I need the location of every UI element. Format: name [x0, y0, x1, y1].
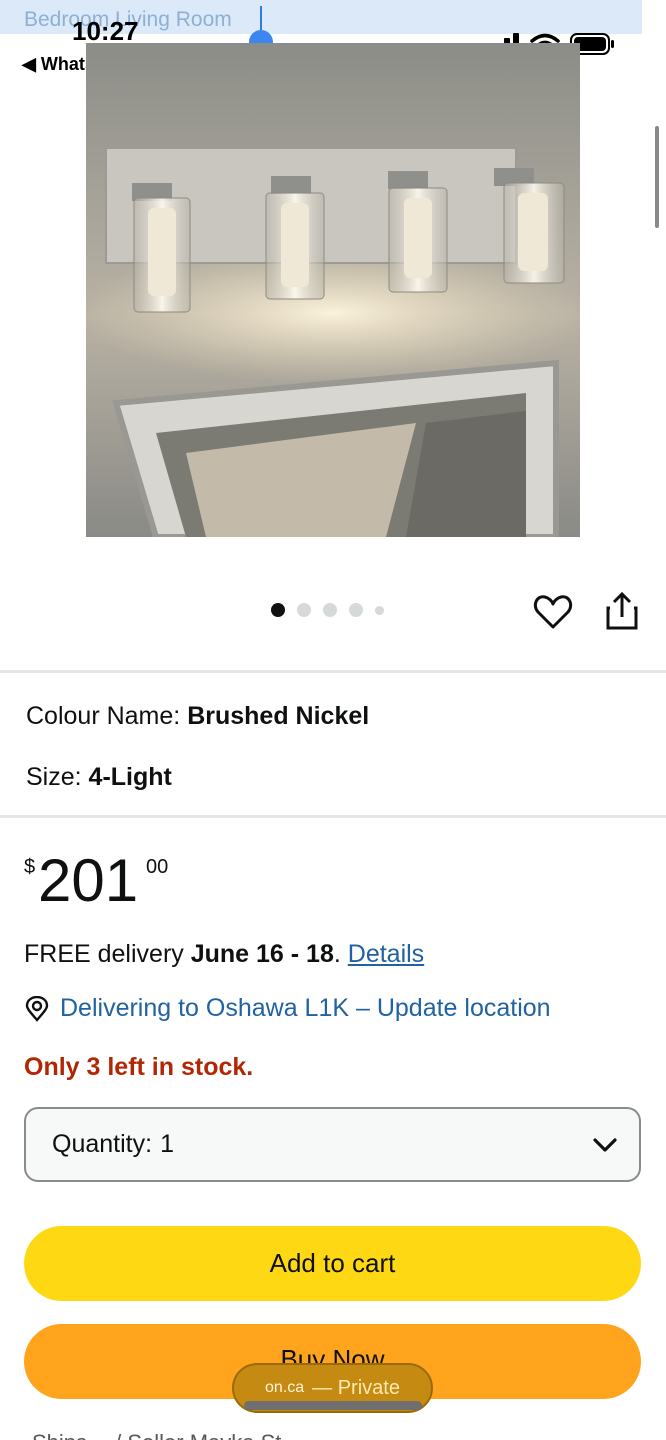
delivery-details-link[interactable]: Details — [348, 940, 424, 968]
price-fraction: 00 — [146, 856, 169, 878]
divider — [0, 670, 666, 673]
size-label: Size: — [26, 763, 82, 791]
carousel-indicator[interactable] — [271, 603, 384, 617]
private-mode-label: — Private — [312, 1376, 400, 1399]
share-icon — [606, 591, 638, 630]
delivery-info: FREE delivery June 16 - 18. Details — [24, 940, 424, 969]
colour-value: Brushed Nickel — [187, 702, 370, 730]
add-to-cart-button[interactable]: Add to cart — [24, 1226, 641, 1301]
carousel-dot[interactable] — [271, 603, 285, 617]
delivery-suffix: . — [333, 940, 348, 968]
share-button[interactable] — [602, 590, 642, 632]
carousel-dot[interactable] — [297, 603, 311, 617]
location-pin-icon — [25, 995, 49, 1022]
delivery-prefix: FREE delivery — [24, 940, 191, 968]
browser-domain: on.ca — [265, 1379, 305, 1396]
home-indicator[interactable] — [244, 1401, 422, 1410]
carousel-dot[interactable] — [349, 603, 363, 617]
ships-from-seller: Ships… / Seller Mavka St… — [32, 1430, 303, 1440]
location-text: Delivering to Oshawa L1K – Update locati… — [60, 994, 551, 1022]
divider — [0, 815, 666, 818]
colour-label: Colour Name: — [26, 702, 181, 730]
price-whole: 201 — [38, 847, 139, 914]
chevron-down-icon — [593, 1138, 617, 1152]
colour-variant: Colour Name: Brushed Nickel — [26, 702, 369, 731]
carousel-dot[interactable] — [323, 603, 337, 617]
size-value: 4-Light — [88, 763, 172, 791]
size-variant: Size: 4-Light — [26, 763, 172, 792]
heart-icon — [533, 595, 573, 629]
product-image[interactable] — [86, 43, 580, 537]
stock-status: Only 3 left in stock. — [24, 1053, 254, 1081]
scrollbar[interactable] — [655, 126, 659, 228]
carousel-dot[interactable] — [375, 605, 384, 615]
quantity-select[interactable]: Quantity: 1 — [24, 1107, 641, 1182]
quantity-value: 1 — [160, 1130, 174, 1158]
quantity-label: Quantity: — [52, 1130, 153, 1158]
price-currency: $ — [24, 856, 36, 878]
update-location-link[interactable]: Delivering to Oshawa L1K – Update locati… — [24, 994, 551, 1023]
delivery-date: June 16 - 18 — [190, 940, 334, 968]
wishlist-button[interactable] — [533, 592, 573, 632]
